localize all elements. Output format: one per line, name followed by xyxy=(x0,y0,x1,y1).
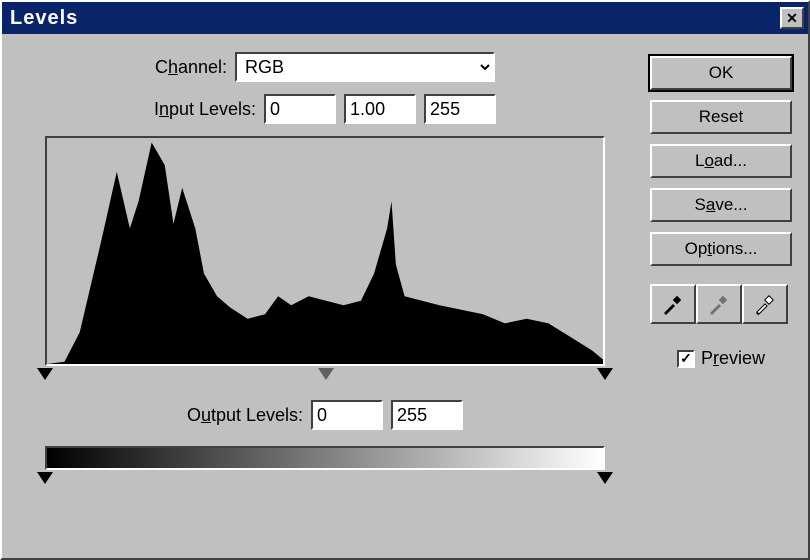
output-low-slider[interactable] xyxy=(37,472,53,484)
input-levels-label: Input Levels: xyxy=(154,99,256,120)
load-button[interactable]: Load... xyxy=(650,144,792,178)
output-low-field[interactable] xyxy=(311,400,383,430)
options-button[interactable]: Options... xyxy=(650,232,792,266)
input-mid-field[interactable] xyxy=(344,94,416,124)
eyedropper-icon xyxy=(753,292,777,316)
window-title: Levels xyxy=(10,7,78,30)
white-eyedropper-button[interactable] xyxy=(742,284,788,324)
eyedropper-icon xyxy=(707,292,731,316)
gray-eyedropper-button[interactable] xyxy=(696,284,742,324)
black-eyedropper-button[interactable] xyxy=(650,284,696,324)
preview-checkbox[interactable]: ✓ xyxy=(677,350,695,368)
channel-select[interactable]: RGB xyxy=(235,52,495,82)
input-mid-slider[interactable] xyxy=(318,368,334,380)
eyedropper-row xyxy=(650,284,792,324)
eyedropper-icon xyxy=(661,292,685,316)
preview-label: Preview xyxy=(701,348,765,369)
channel-label: Channel: xyxy=(155,57,227,78)
preview-row: ✓ Preview xyxy=(650,348,792,369)
output-gradient xyxy=(45,446,605,470)
output-levels-row: Output Levels: xyxy=(18,400,632,430)
input-shadow-field[interactable] xyxy=(264,94,336,124)
reset-button[interactable]: Reset xyxy=(650,100,792,134)
input-slider-track[interactable] xyxy=(45,368,605,382)
input-highlight-field[interactable] xyxy=(424,94,496,124)
input-shadow-slider[interactable] xyxy=(37,368,53,380)
titlebar: Levels ✕ xyxy=(2,2,808,34)
right-panel: OK Reset Load... Save... Options... xyxy=(650,52,792,504)
close-button[interactable]: ✕ xyxy=(780,7,804,29)
output-slider-track[interactable] xyxy=(45,472,605,486)
histogram-svg xyxy=(47,138,603,364)
histogram xyxy=(45,136,605,366)
input-highlight-slider[interactable] xyxy=(597,368,613,380)
channel-row: Channel: RGB xyxy=(18,52,632,82)
ok-button[interactable]: OK xyxy=(650,56,792,90)
output-high-field[interactable] xyxy=(391,400,463,430)
dialog-body: Channel: RGB Input Levels: xyxy=(2,34,808,520)
left-panel: Channel: RGB Input Levels: xyxy=(18,52,632,504)
close-icon: ✕ xyxy=(786,11,798,25)
output-levels-label: Output Levels: xyxy=(187,405,303,426)
output-high-slider[interactable] xyxy=(597,472,613,484)
save-button[interactable]: Save... xyxy=(650,188,792,222)
input-levels-row: Input Levels: xyxy=(18,94,632,124)
levels-dialog: Levels ✕ Channel: RGB Input Levels: xyxy=(0,0,810,560)
